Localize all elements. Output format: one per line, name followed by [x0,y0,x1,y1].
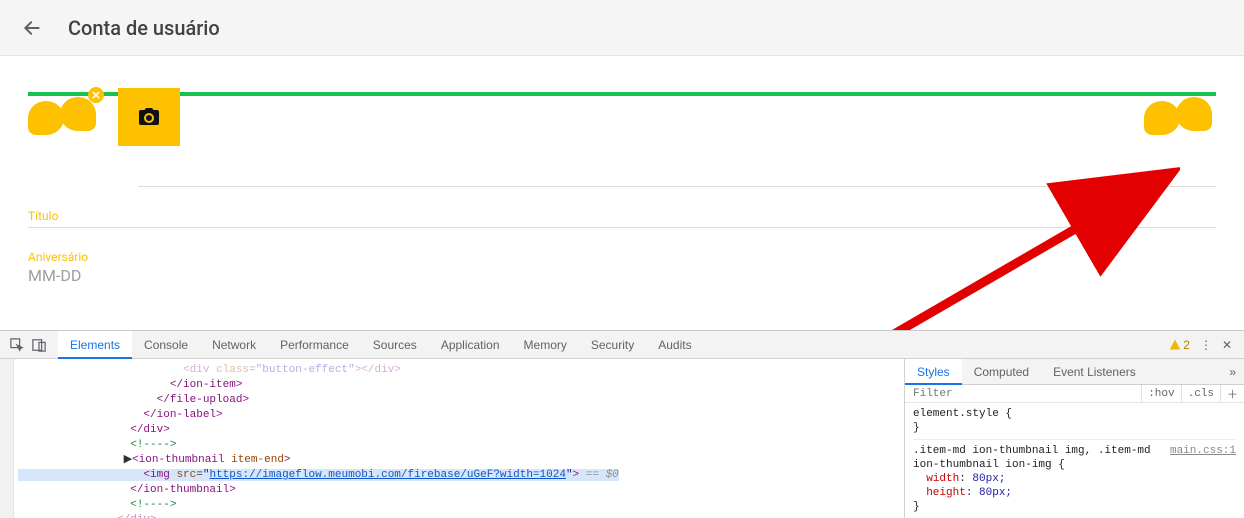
cls-toggle[interactable]: .cls [1181,385,1220,402]
page-body: Título Aniversário MM-DD [0,88,1244,362]
tab-sources[interactable]: Sources [361,331,429,359]
thumbnail-preview [1144,97,1216,137]
tab-memory[interactable]: Memory [512,331,579,359]
remove-avatar-badge[interactable] [88,87,104,103]
tab-elements[interactable]: Elements [58,331,132,359]
app-bar: Conta de usuário [0,0,1244,56]
page-title: Conta de usuário [68,16,220,40]
hov-toggle[interactable]: :hov [1141,385,1180,402]
styles-rules[interactable]: element.style { } main.css:1 .item-md io… [905,403,1244,518]
tab-performance[interactable]: Performance [268,331,361,359]
aniversario-label: Aniversário [28,250,1216,264]
device-icon [32,338,46,352]
styles-filter-row: :hov .cls ＋ [905,385,1244,403]
new-style-rule[interactable]: ＋ [1220,385,1244,402]
camera-icon [137,105,161,129]
aniversario-field[interactable]: Aniversário MM-DD [28,240,1216,289]
hero-row [28,88,1216,166]
styles-panel: Styles Computed Event Listeners » :hov .… [904,359,1244,518]
avatar-logo [28,97,100,137]
back-button[interactable] [18,14,46,42]
dom-source: <div class="button-effect"></div> </ion-… [18,363,904,518]
tab-audits[interactable]: Audits [646,331,703,359]
arrow-left-icon [22,18,42,38]
device-toolbar-button[interactable] [28,338,50,352]
inspect-element-button[interactable] [6,338,28,352]
styles-filter-input[interactable] [905,388,1141,400]
devtools-right-controls: 2 ⋮ ✕ [1169,338,1238,352]
devtools-menu-button[interactable]: ⋮ [1200,338,1212,352]
warnings-badge[interactable]: 2 [1169,338,1190,352]
hero-left [28,88,180,146]
styles-tab-eventlisteners[interactable]: Event Listeners [1041,359,1148,385]
tab-network[interactable]: Network [200,331,268,359]
styles-tab-computed[interactable]: Computed [962,359,1041,385]
source-file-link[interactable]: main.css:1 [1170,444,1236,458]
progress-bar [28,92,1216,96]
devtools-tabbar: Elements Console Network Performance Sou… [0,331,1244,359]
logo-blob-left [1144,101,1180,135]
tab-application[interactable]: Application [429,331,512,359]
aniversario-placeholder: MM-DD [28,266,1216,285]
logo-blob-right [1176,97,1212,131]
styles-tab-styles[interactable]: Styles [905,359,962,385]
tab-console[interactable]: Console [132,331,200,359]
styles-tabs: Styles Computed Event Listeners » [905,359,1244,385]
upload-photo-button[interactable] [118,88,180,146]
warning-count: 2 [1183,338,1190,352]
close-icon [92,91,100,99]
devtools-close-button[interactable]: ✕ [1222,338,1232,352]
dom-gutter [0,359,14,518]
inspect-icon [10,338,24,352]
logo-blob-right [60,97,96,131]
devtools-body: <div class="button-effect"></div> </ion-… [0,359,1244,518]
titulo-field[interactable]: Título [28,199,1216,228]
devtools-tabs: Elements Console Network Performance Sou… [58,331,704,359]
titulo-label: Título [28,209,1216,223]
dom-tree[interactable]: <div class="button-effect"></div> </ion-… [0,359,904,518]
styles-more-tabs[interactable]: » [1221,365,1244,379]
name-field[interactable] [138,156,1216,187]
tab-security[interactable]: Security [579,331,646,359]
devtools-panel: Elements Console Network Performance Sou… [0,330,1244,518]
logo-blob-left [28,101,64,135]
warning-icon [1169,339,1181,351]
